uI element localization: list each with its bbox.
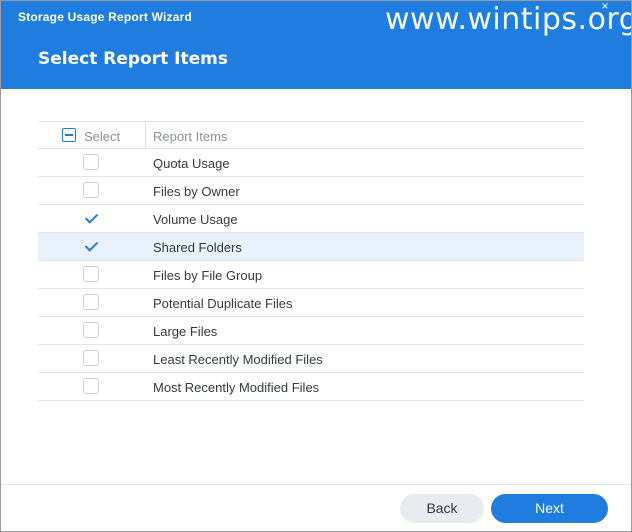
row-checkbox[interactable] (83, 294, 99, 310)
row-checkbox[interactable] (83, 378, 99, 394)
table-row[interactable]: Potential Duplicate Files (38, 289, 584, 317)
wizard-header: Storage Usage Report Wizard www.wintips.… (1, 1, 631, 89)
row-checkbox[interactable] (83, 182, 99, 198)
footer-divider (1, 484, 631, 485)
row-label: Most Recently Modified Files (153, 380, 320, 395)
select-column-header: Select (38, 122, 146, 149)
row-label: Files by Owner (153, 184, 240, 199)
table-row[interactable]: Large Files (38, 317, 584, 345)
row-label: Large Files (153, 324, 218, 339)
close-icon[interactable]: × (598, 1, 612, 11)
table-row[interactable]: Files by Owner (38, 177, 584, 205)
row-label: Files by File Group (153, 268, 263, 283)
table-row[interactable]: Quota Usage (38, 149, 584, 177)
report-items-header: Report Items (153, 129, 228, 144)
table-row[interactable]: Volume Usage (38, 205, 584, 233)
row-label: Potential Duplicate Files (153, 296, 293, 311)
row-checkbox[interactable] (83, 210, 99, 226)
row-checkbox[interactable] (83, 154, 99, 170)
row-label: Shared Folders (153, 240, 242, 255)
table-row[interactable]: Shared Folders (38, 233, 584, 261)
row-label: Quota Usage (153, 156, 230, 171)
page-title: Select Report Items (38, 49, 228, 69)
report-items-table: Select Report Items Quota Usage Files by … (38, 121, 584, 401)
row-checkbox[interactable] (83, 266, 99, 282)
table-body: Quota Usage Files by Owner Volume Usage Sha… (38, 149, 584, 401)
table-row[interactable]: Files by File Group (38, 261, 584, 289)
select-header-label: Select (84, 129, 121, 144)
row-label: Volume Usage (153, 212, 238, 227)
wizard-window: Storage Usage Report Wizard www.wintips.… (0, 0, 632, 532)
back-button[interactable]: Back (400, 494, 484, 523)
row-checkbox[interactable] (83, 350, 99, 366)
row-label: Least Recently Modified Files (153, 352, 323, 367)
next-button[interactable]: Next (491, 494, 608, 523)
table-header: Select Report Items (38, 121, 584, 149)
table-row[interactable]: Most Recently Modified Files (38, 373, 584, 401)
row-checkbox[interactable] (83, 322, 99, 338)
select-all-checkbox[interactable] (62, 128, 76, 142)
watermark: www.wintips.org (385, 2, 632, 37)
table-row[interactable]: Least Recently Modified Files (38, 345, 584, 373)
row-checkbox[interactable] (83, 238, 99, 254)
window-title: Storage Usage Report Wizard (18, 10, 192, 24)
